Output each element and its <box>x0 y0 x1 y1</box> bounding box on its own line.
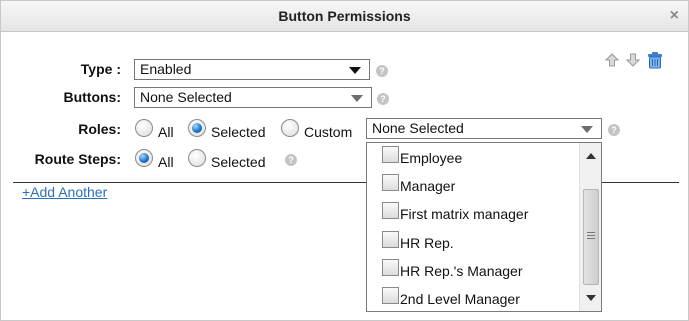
roles-custom-select-value: None Selected <box>372 120 464 136</box>
roles-radio-selected[interactable] <box>188 119 206 137</box>
checkbox[interactable] <box>382 231 399 248</box>
buttons-select-value: None Selected <box>140 89 232 105</box>
list-item[interactable]: HR Rep. <box>367 231 577 259</box>
move-up-icon[interactable] <box>605 53 619 67</box>
help-icon[interactable]: ? <box>608 124 620 136</box>
list-item-label: Manager <box>400 178 456 194</box>
chevron-down-icon <box>581 126 593 133</box>
route-steps-radio-selected[interactable] <box>188 149 206 167</box>
scroll-up-icon[interactable] <box>586 153 596 159</box>
checkbox[interactable] <box>382 259 399 276</box>
roles-radio-custom-label: Custom <box>304 124 353 140</box>
list-item[interactable]: HR Rep.'s Manager <box>367 259 577 287</box>
trash-icon[interactable] <box>647 52 663 69</box>
type-label: Type : <box>80 61 121 77</box>
chevron-down-icon <box>351 95 363 102</box>
roles-radio-selected-label: Selected <box>211 124 266 140</box>
chevron-down-icon <box>349 67 361 74</box>
grip-line <box>587 235 595 236</box>
roles-radio-custom[interactable] <box>281 119 299 137</box>
dialog-title: Button Permissions <box>278 8 411 24</box>
list-item-label: HR Rep.'s Manager <box>400 263 523 279</box>
roles-dropdown-list[interactable]: Employee Manager First matrix manager HR… <box>366 142 602 312</box>
list-scrollbar[interactable] <box>579 143 601 311</box>
help-icon[interactable]: ? <box>285 154 297 166</box>
route-steps-label: Route Steps: <box>34 151 121 167</box>
help-icon[interactable]: ? <box>376 65 388 77</box>
dialog-titlebar: Button Permissions × <box>1 1 688 32</box>
checkbox[interactable] <box>382 202 399 219</box>
roles-label: Roles: <box>78 121 121 137</box>
roles-radio-all[interactable] <box>135 119 153 137</box>
type-select-value: Enabled <box>140 61 192 77</box>
route-steps-radio-all[interactable] <box>135 149 153 167</box>
scroll-down-icon[interactable] <box>586 295 596 301</box>
roles-radio-all-label: All <box>158 124 174 140</box>
button-permissions-dialog: Button Permissions × Type : Enabled ? Bu… <box>0 0 689 321</box>
grip-line <box>587 232 595 233</box>
move-down-icon[interactable] <box>626 53 640 67</box>
list-item-label: First matrix manager <box>400 206 529 222</box>
grip-line <box>587 238 595 239</box>
list-item[interactable]: Employee <box>367 146 577 174</box>
close-icon[interactable]: × <box>670 1 679 31</box>
help-icon[interactable]: ? <box>377 93 389 105</box>
route-steps-radio-selected-label: Selected <box>211 154 266 170</box>
list-item[interactable]: First matrix manager <box>367 202 577 230</box>
checkbox[interactable] <box>382 146 399 163</box>
route-steps-radio-all-label: All <box>158 154 174 170</box>
type-select[interactable]: Enabled <box>134 59 370 80</box>
list-item[interactable]: Manager <box>367 174 577 202</box>
list-item-label: Employee <box>400 150 463 166</box>
list-item-label: 2nd Level Manager <box>400 291 520 307</box>
list-item[interactable]: 2nd Level Manager <box>367 287 577 311</box>
add-another-link[interactable]: +Add Another <box>22 184 107 200</box>
buttons-select[interactable]: None Selected <box>134 87 372 108</box>
scrollbar-thumb[interactable] <box>583 189 599 285</box>
list-item-label: HR Rep. <box>400 235 454 251</box>
roles-custom-select[interactable]: None Selected <box>366 118 602 139</box>
checkbox[interactable] <box>382 287 399 304</box>
checkbox[interactable] <box>382 174 399 191</box>
buttons-label: Buttons: <box>63 89 121 105</box>
